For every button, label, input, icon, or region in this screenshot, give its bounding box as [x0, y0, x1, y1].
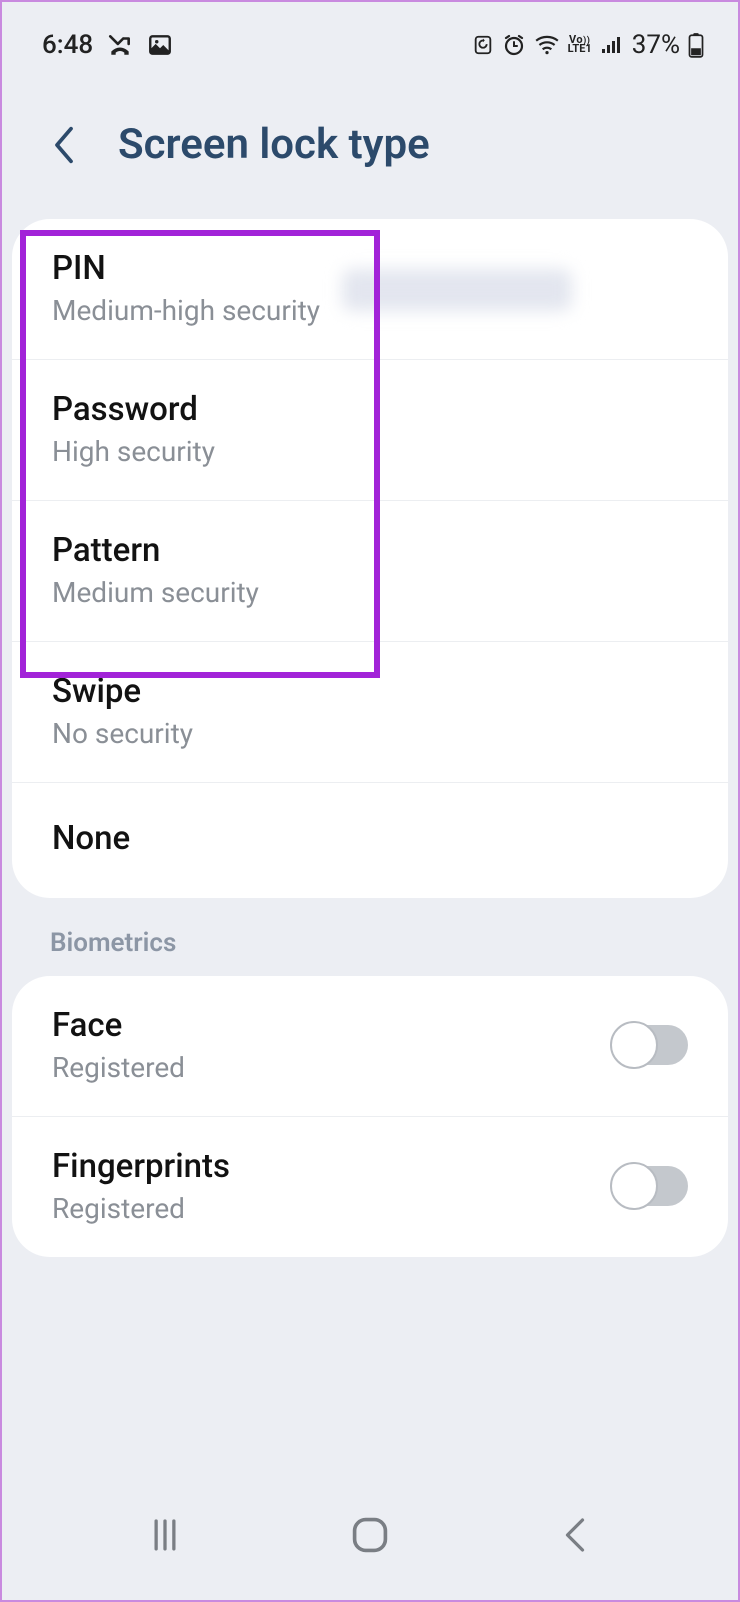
lock-option-sub: Medium-high security — [52, 294, 320, 327]
lock-option-title: Pattern — [52, 531, 259, 570]
battery-icon — [688, 32, 704, 58]
face-toggle[interactable] — [612, 1025, 688, 1065]
battery-percent: 37% — [632, 30, 680, 60]
lock-option-title: PIN — [52, 249, 320, 288]
missed-call-icon — [107, 32, 133, 58]
biometric-face[interactable]: Face Registered — [12, 976, 728, 1117]
nav-back-button[interactable] — [545, 1505, 605, 1565]
lock-option-sub: High security — [52, 435, 215, 468]
lock-option-sub: No security — [52, 717, 193, 750]
status-bar: 6:48 Vo)) LTE1 — [2, 2, 738, 70]
lock-options-card: PIN Medium-high security Password High s… — [12, 219, 728, 898]
page-title: Screen lock type — [118, 120, 430, 169]
lock-option-title: Password — [52, 390, 215, 429]
redacted-text — [342, 269, 572, 311]
biometric-fingerprints[interactable]: Fingerprints Registered — [12, 1117, 728, 1257]
status-right: Vo)) LTE1 37% — [472, 30, 704, 60]
sync-icon — [472, 34, 494, 56]
biometric-sub: Registered — [52, 1051, 185, 1084]
page-header: Screen lock type — [2, 70, 738, 219]
lock-option-password[interactable]: Password High security — [12, 360, 728, 501]
wifi-icon — [534, 34, 560, 56]
alarm-icon — [502, 33, 526, 57]
biometrics-card: Face Registered Fingerprints Registered — [12, 976, 728, 1257]
recents-button[interactable] — [135, 1505, 195, 1565]
biometric-sub: Registered — [52, 1192, 230, 1225]
volte-icon: Vo)) LTE1 — [568, 36, 592, 54]
home-button[interactable] — [340, 1505, 400, 1565]
lock-option-pin[interactable]: PIN Medium-high security — [12, 219, 728, 360]
biometric-title: Face — [52, 1006, 185, 1045]
lock-option-swipe[interactable]: Swipe No security — [12, 642, 728, 783]
biometrics-section-label: Biometrics — [2, 898, 738, 976]
signal-icon — [600, 35, 624, 55]
navigation-bar — [2, 1470, 738, 1600]
back-button[interactable] — [44, 125, 84, 165]
lock-option-sub: Medium security — [52, 576, 259, 609]
lock-option-none[interactable]: None — [12, 783, 728, 898]
biometric-title: Fingerprints — [52, 1147, 230, 1186]
picture-icon — [147, 32, 173, 58]
fingerprints-toggle[interactable] — [612, 1166, 688, 1206]
lock-option-pattern[interactable]: Pattern Medium security — [12, 501, 728, 642]
clock-text: 6:48 — [42, 30, 93, 60]
lock-option-title: Swipe — [52, 672, 193, 711]
lock-option-title: None — [52, 819, 130, 858]
status-left: 6:48 — [42, 30, 173, 60]
